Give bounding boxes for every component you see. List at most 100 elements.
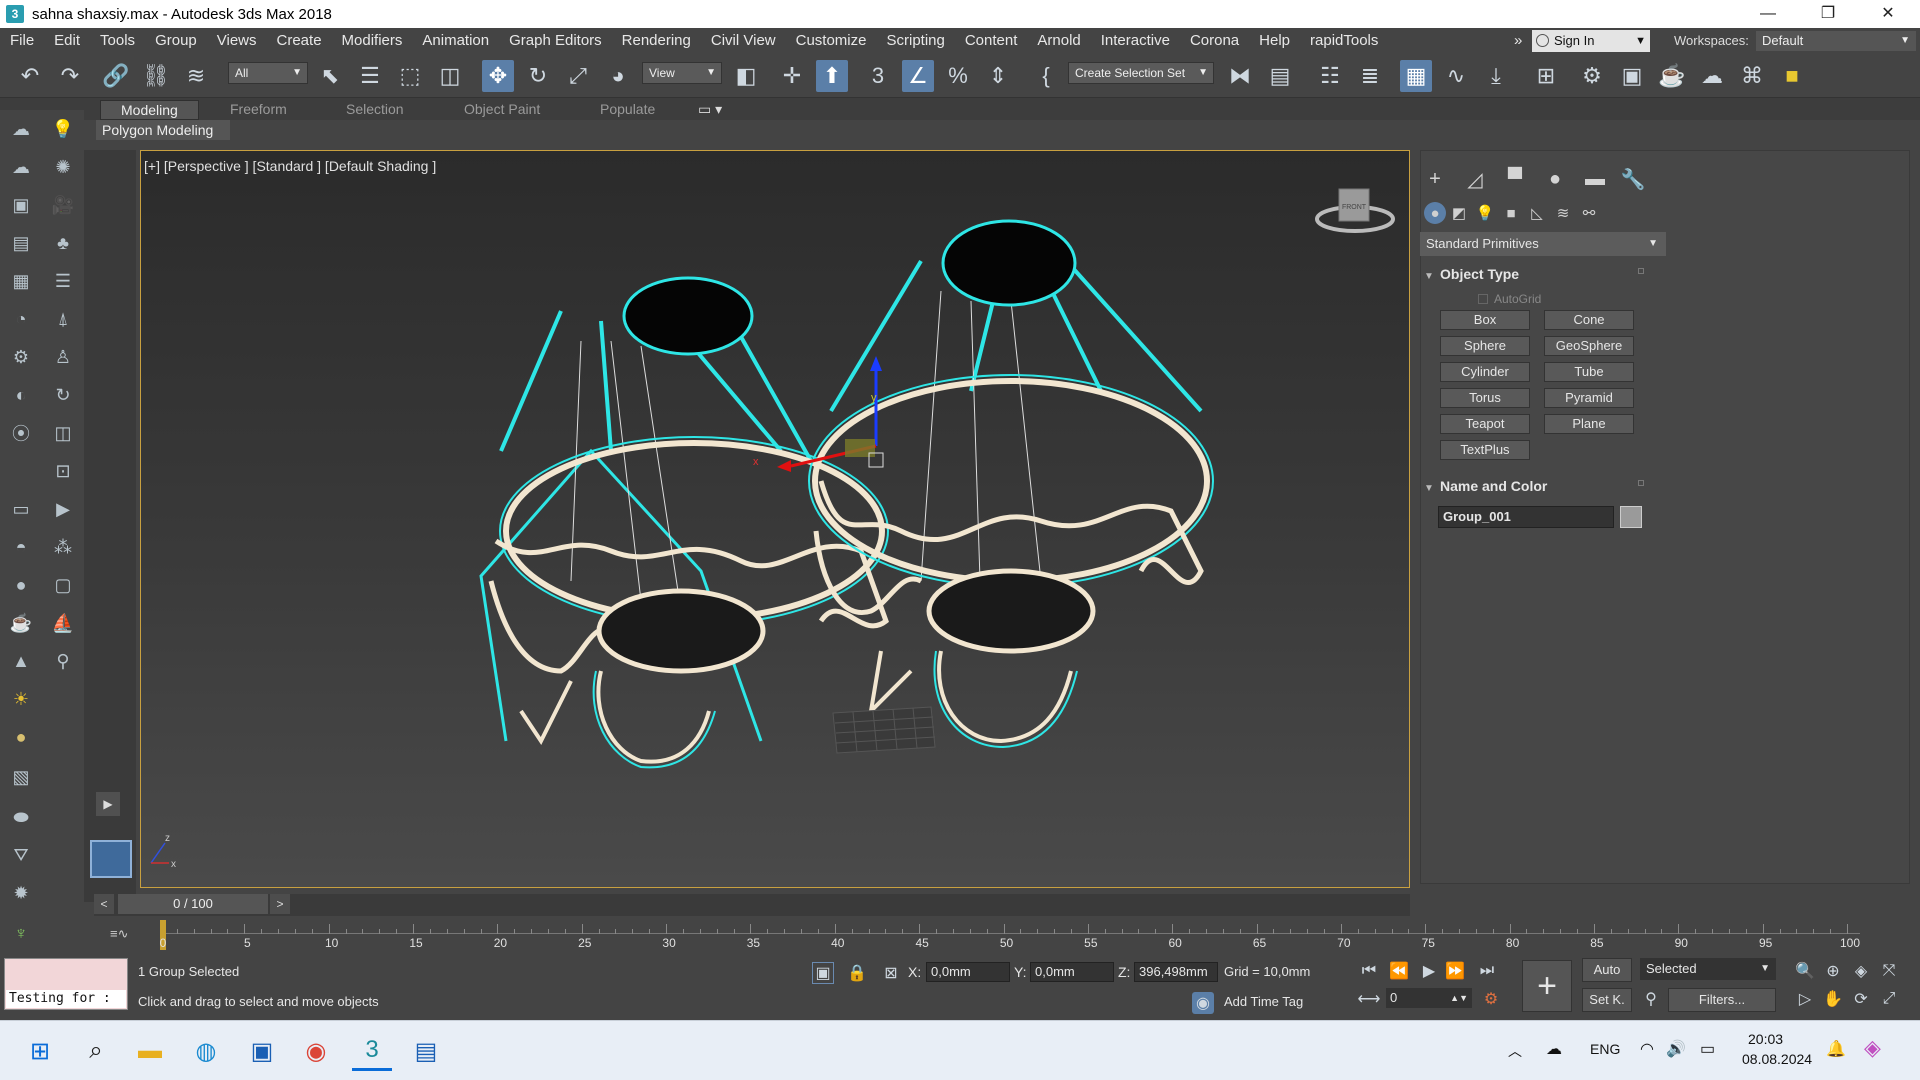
bind-spacewarp-icon[interactable]: ≋ [180,60,212,92]
menu-customize[interactable]: Customize [786,28,877,54]
viewport-label-menu[interactable]: [+] [Perspective ] [Standard ] [Default … [144,158,436,174]
zoom-all-icon[interactable]: ⊕ [1822,960,1844,982]
absolute-mode-icon[interactable]: ⊠ [880,962,902,984]
menu-corona[interactable]: Corona [1180,28,1249,54]
ribbon-options-icon[interactable]: ▭ ▾ [698,100,722,118]
pivot-center-icon[interactable]: ◧ [730,60,762,92]
autogrid-checkbox[interactable]: AutoGrid [1478,292,1541,306]
clock-date[interactable]: 08.08.2024 [1742,1051,1812,1067]
undo-icon[interactable]: ↶ [14,60,46,92]
cone-button[interactable]: Cone [1544,310,1634,330]
viewport-layout-thumbnail[interactable] [90,840,132,878]
tree-icon[interactable]: ♣ [48,228,78,258]
next-key-icon[interactable]: ⏩ [1444,960,1466,982]
key-filter-dropdown[interactable]: Selected ▼ [1640,958,1776,980]
sunlight-icon[interactable]: ☀ [6,684,36,714]
unlink-icon[interactable]: ⛓ [140,60,172,92]
sphere-icon[interactable]: ● [6,570,36,600]
sphere-button[interactable]: Sphere [1440,336,1530,356]
object-name-field[interactable]: Group_001 [1438,506,1614,528]
menu-edit[interactable]: Edit [44,28,90,54]
hatch-icon[interactable]: ▧ [6,762,36,792]
textplus-button[interactable]: TextPlus [1440,440,1530,460]
loop-icon[interactable]: ↻ [48,380,78,410]
timeline-ruler[interactable] [160,924,1860,934]
boat-icon[interactable]: ⛵ [48,608,78,638]
select-object-icon[interactable]: ⬉ [314,60,346,92]
image-icon[interactable]: ▣ [6,190,36,220]
schematic-view-icon[interactable]: ⤓ [1480,60,1512,92]
default-in-out-tangents-icon[interactable]: ⚲ [1640,988,1662,1010]
microsoft-store-icon[interactable]: ▣ [242,1031,282,1071]
curve-editor-icon[interactable]: ∿ [1440,60,1472,92]
lamp-icon[interactable]: ⚲ [48,646,78,676]
minimize-button[interactable]: — [1740,0,1796,28]
ribbon-tab-selection[interactable]: Selection [346,100,404,118]
volume-icon[interactable]: 🔊 [1666,1039,1686,1059]
plane-button[interactable]: Plane [1544,414,1634,434]
named-selection-set-dropdown[interactable]: Create Selection Set ▼ [1068,62,1214,84]
pyramid-button[interactable]: Pyramid [1544,388,1634,408]
select-and-move-icon[interactable]: ✥ [482,60,514,92]
geosphere-button[interactable]: GeoSphere [1544,336,1634,356]
tray-overflow-icon[interactable]: ︿ [1508,1041,1522,1061]
helpers-category-icon[interactable]: ◺ [1526,202,1548,224]
previous-frame-icon[interactable]: < [94,894,114,914]
zoom-extents-all-icon[interactable]: ⤧ [1878,960,1900,982]
notification-bell-icon[interactable]: 🔔 [1826,1039,1846,1059]
rollout-pin-icon[interactable] [1638,480,1644,486]
angle-snap-icon[interactable]: ∠ [902,60,934,92]
isolate-selection-icon[interactable]: ▣ [812,962,834,984]
motion-tab-icon[interactable]: ● [1540,164,1570,194]
select-and-place-icon[interactable]: ◕ [602,60,634,92]
menu-content[interactable]: Content [955,28,1028,54]
snaps-toggle-icon[interactable]: 3 [862,60,894,92]
mirror-icon[interactable]: ⧓ [1224,60,1256,92]
maxscript-input[interactable]: Testing for : [6,990,126,1008]
name-and-color-rollout[interactable]: ▼ Name and Color [1424,478,1547,494]
current-frame-field[interactable]: 0 ▲▼ [1386,988,1472,1008]
next-frame-icon[interactable]: > [270,894,290,914]
keyboard-shortcut-override-icon[interactable]: ⬆ [816,60,848,92]
restore-button[interactable]: ❐ [1800,0,1856,28]
resize-icon[interactable]: ⊡ [48,456,78,486]
notepad-icon[interactable]: ▤ [406,1031,446,1071]
menu-arnold[interactable]: Arnold [1027,28,1090,54]
play-icon[interactable]: ▶ [1418,960,1440,982]
sun-icon[interactable]: ✺ [48,152,78,182]
go-to-end-icon[interactable]: ⏭ [1476,960,1498,982]
ribbon-tab-populate[interactable]: Populate [600,100,655,118]
dome-icon[interactable]: ◓ [6,532,36,562]
menu-scripting[interactable]: Scripting [876,28,954,54]
film-icon[interactable]: ⦿ [6,418,36,448]
menu-file[interactable]: File [0,28,44,54]
rendered-frame-window-icon[interactable]: ▣ [1616,60,1648,92]
go-to-start-icon[interactable]: ⏮ [1358,960,1380,982]
search-icon[interactable]: ⌕ [76,1031,116,1071]
display-tab-icon[interactable]: ▬ [1580,164,1610,194]
object-color-swatch[interactable] [1620,506,1642,528]
zoom-icon[interactable]: 🔍 [1794,960,1816,982]
add-time-tag[interactable]: Add Time Tag [1224,994,1303,1009]
settings-icon[interactable]: ✹ [6,878,36,908]
menu-more-icon[interactable]: » [1504,28,1532,54]
group-icon[interactable]: ⁂ [48,532,78,562]
previous-key-icon[interactable]: ⏪ [1388,960,1410,982]
list-icon[interactable]: ☰ [48,266,78,296]
document-icon[interactable]: ▤ [6,228,36,258]
plant-icon[interactable]: ⍋ [48,304,78,334]
close-button[interactable]: ✕ [1860,0,1916,28]
screen-icon[interactable]: ▭ [6,494,36,524]
cameras-category-icon[interactable]: ■ [1500,202,1522,224]
menu-interactive[interactable]: Interactive [1091,28,1180,54]
cylinder-button[interactable]: Cylinder [1440,362,1530,382]
panel-icon[interactable]: ▶ [48,494,78,524]
cloud-icon[interactable]: ☁ [6,152,36,182]
material-editor-icon[interactable]: ⊞ [1530,60,1562,92]
chandelier-left[interactable] [479,276,889,769]
frame-icon[interactable]: ▢ [48,570,78,600]
gear-icon[interactable]: ⚙ [6,342,36,372]
pan-view-icon[interactable]: ✋ [1822,988,1844,1010]
redo-icon[interactable]: ↷ [54,60,86,92]
menu-help[interactable]: Help [1249,28,1300,54]
